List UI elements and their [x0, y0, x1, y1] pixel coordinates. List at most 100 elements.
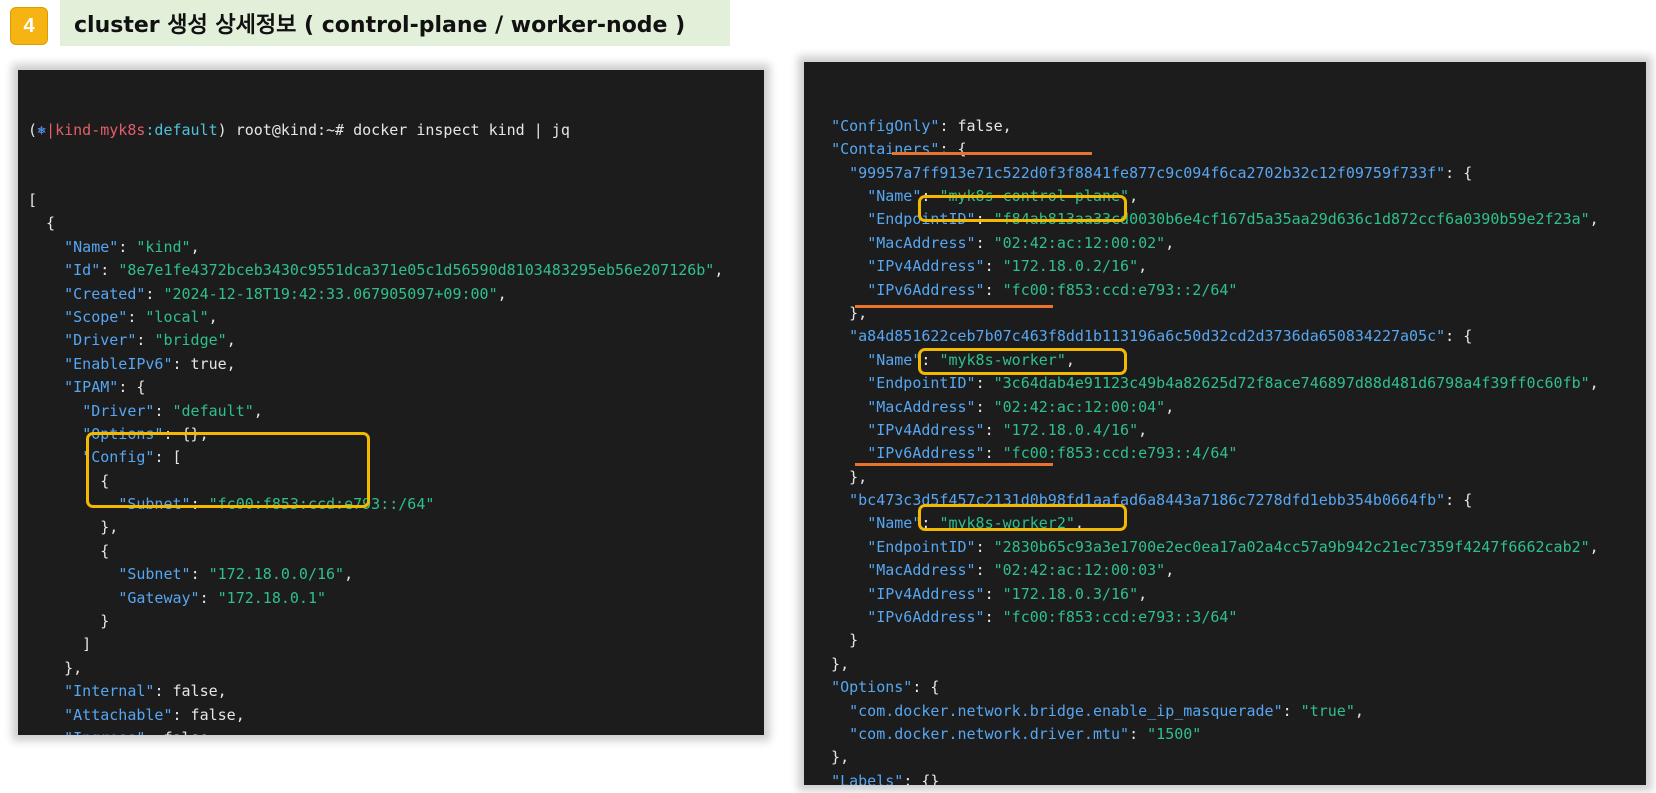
json-punctuation [813, 374, 867, 392]
json-line: "Scope": "local", [28, 306, 764, 329]
json-punctuation: : { [1445, 491, 1473, 510]
json-string-value: "02:42:ac:12:00:02" [993, 233, 1166, 252]
json-string-value: "02:42:ac:12:00:03" [993, 561, 1166, 580]
json-punctuation [28, 402, 82, 420]
json-punctuation [28, 308, 64, 326]
json-key: "Id" [64, 261, 101, 280]
json-punctuation: : [975, 233, 994, 252]
json-punctuation: : [118, 237, 137, 256]
json-punctuation: , [1354, 701, 1364, 720]
json-string-value: "bridge" [154, 331, 227, 350]
json-string-value: "02:42:ac:12:00:04" [993, 397, 1166, 416]
json-line: "Subnet": "172.18.0.0/16", [28, 563, 764, 586]
prompt-open-paren: ( [28, 120, 38, 139]
json-line: } [28, 610, 764, 633]
json-key: "IPv4Address" [867, 420, 985, 439]
json-string-value: "1500" [1147, 724, 1202, 743]
json-punctuation: : [145, 284, 164, 303]
json-string-value: "2024-12-18T19:42:33.067905097+09:00" [163, 284, 498, 303]
json-line: "MacAddress": "02:42:ac:12:00:03", [813, 559, 1646, 582]
json-line: "MacAddress": "02:42:ac:12:00:02", [813, 232, 1646, 255]
shell-command: docker inspect kind | jq [353, 120, 570, 139]
json-punctuation [28, 682, 64, 700]
json-punctuation: : { [1445, 163, 1473, 182]
json-string-value: "fc00:f853:ccd:e793::2/64" [1002, 280, 1238, 299]
json-line: { [28, 540, 764, 563]
json-key: "99957a7ff913e71c522d0f3f8841fe877c9c094… [849, 163, 1446, 182]
json-punctuation: , [226, 331, 236, 350]
json-punctuation [813, 702, 849, 720]
json-line: "Name": "kind", [28, 236, 764, 259]
json-line: }, [813, 653, 1646, 676]
json-key: "Driver" [64, 331, 137, 350]
json-key: "Options" [831, 678, 913, 697]
json-punctuation [813, 491, 849, 509]
prompt-close-paren: ) [217, 120, 227, 139]
json-line: "a84d851622ceb7b07c463f8dd1b113196a6c50d… [813, 325, 1646, 348]
json-line: "IPv4Address": "172.18.0.3/16", [813, 583, 1646, 606]
json-key: "com.docker.network.driver.mtu" [849, 724, 1130, 743]
json-line: "Driver": "default", [28, 400, 764, 423]
json-punctuation [813, 117, 831, 135]
json-punctuation [813, 257, 867, 275]
prompt-kube-namespace: :default [145, 120, 218, 139]
json-line: { [28, 212, 764, 235]
json-key: "MacAddress" [867, 397, 976, 416]
json-line: "Attachable": false, [28, 704, 764, 727]
json-line: }, [28, 657, 764, 680]
json-punctuation: , [1589, 537, 1599, 556]
prompt-separator: | [46, 120, 56, 139]
json-punctuation: , [1138, 257, 1148, 276]
json-punctuation [28, 378, 64, 396]
json-punctuation: , [344, 565, 354, 584]
json-punctuation: : false, [172, 705, 245, 724]
json-line: "MacAddress": "02:42:ac:12:00:04", [813, 396, 1646, 419]
json-punctuation: : [1129, 724, 1148, 743]
json-punctuation: }, [813, 467, 868, 486]
json-punctuation: : {} [903, 771, 940, 785]
json-string-value: "172.18.0.2/16" [1002, 257, 1139, 276]
json-punctuation [813, 327, 849, 345]
json-punctuation: ] [28, 635, 92, 654]
json-punctuation [28, 425, 82, 443]
json-line: "IPv6Address": "fc00:f853:ccd:e793::2/64… [813, 279, 1646, 302]
json-punctuation: : [199, 588, 218, 607]
section-title-bar: cluster 생성 상세정보 ( control-plane / worker… [60, 0, 730, 46]
json-key: "Name" [867, 350, 922, 369]
json-punctuation: : { [118, 378, 146, 397]
json-punctuation: , [1138, 420, 1148, 439]
json-line: } [813, 629, 1646, 652]
json-string-value: "default" [172, 401, 254, 420]
json-key: "Internal" [64, 682, 155, 701]
json-key: "Created" [64, 284, 146, 303]
json-punctuation: , [208, 307, 218, 326]
json-punctuation [813, 234, 867, 252]
json-line: "com.docker.network.driver.mtu": "1500" [813, 723, 1646, 746]
json-key: "IPAM" [64, 378, 119, 397]
json-punctuation [813, 561, 867, 579]
json-punctuation [28, 706, 64, 724]
json-line: "IPv4Address": "172.18.0.4/16", [813, 419, 1646, 442]
json-punctuation: , [714, 261, 724, 280]
json-punctuation: [ [28, 191, 38, 210]
json-string-value: "172.18.0.4/16" [1002, 420, 1139, 439]
json-line: }, [813, 466, 1646, 489]
json-punctuation [813, 608, 867, 626]
json-punctuation: : [984, 420, 1003, 439]
json-line: "EndpointID": "3c64dab4e91123c49b4a82625… [813, 372, 1646, 395]
json-punctuation: : [154, 401, 173, 420]
json-line: "IPv4Address": "172.18.0.2/16", [813, 255, 1646, 278]
worker2-name-underline [855, 463, 1053, 466]
json-string-value: "kind" [136, 237, 191, 256]
json-string-value: "local" [145, 307, 209, 326]
json-punctuation: : [984, 280, 1003, 299]
json-punctuation: }, [813, 748, 850, 767]
json-line: "com.docker.network.bridge.enable_ip_mas… [813, 700, 1646, 723]
json-punctuation [813, 140, 831, 158]
json-punctuation: }, [813, 654, 850, 673]
json-punctuation: : { [939, 140, 967, 159]
json-line: "99957a7ff913e71c522d0f3f8841fe877c9c094… [813, 162, 1646, 185]
json-string-value: "172.18.0.1" [217, 588, 327, 607]
json-line: "IPv6Address": "fc00:f853:ccd:e793::3/64… [813, 606, 1646, 629]
json-punctuation: : [984, 257, 1003, 276]
